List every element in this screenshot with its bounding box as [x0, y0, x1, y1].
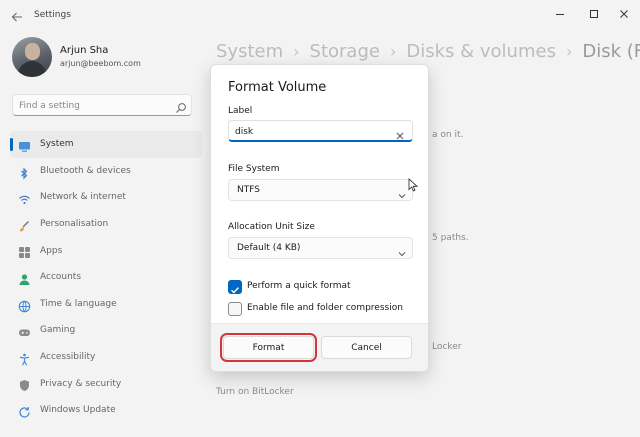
user-profile[interactable]: Arjun Sha arjun@beebom.com: [12, 37, 202, 81]
active-indicator: [10, 138, 13, 151]
background-text: Locker: [432, 342, 462, 352]
sidebar-item-personalisation[interactable]: Personalisation: [10, 211, 202, 238]
breadcrumb-disks-volumes[interactable]: Disks & volumes: [406, 41, 556, 62]
sidebar-item-label: Bluetooth & devices: [40, 165, 131, 176]
label-field-label: Label: [228, 106, 253, 116]
back-arrow-icon[interactable]: [10, 9, 24, 23]
turn-on-bitlocker-link[interactable]: Turn on BitLocker: [216, 387, 294, 397]
background-text: 5 paths.: [432, 233, 469, 243]
accounts-icon: [18, 271, 31, 285]
format-button[interactable]: Format: [220, 333, 317, 362]
page-title: Disk (F:): [582, 40, 640, 62]
network-icon: [18, 191, 31, 205]
breadcrumb-system[interactable]: System: [216, 41, 283, 62]
system-icon: [18, 138, 31, 152]
sidebar-item-gaming[interactable]: Gaming: [10, 317, 202, 344]
avatar: [12, 37, 52, 77]
chevron-down-icon: [397, 244, 407, 257]
clear-icon[interactable]: [395, 126, 405, 140]
allocation-unit-size-value: Default (4 KB): [237, 243, 301, 253]
chevron-right-icon: ›: [389, 41, 397, 61]
title-bar: Settings: [0, 0, 640, 32]
breadcrumb-storage[interactable]: Storage: [310, 41, 380, 62]
accessibility-icon: [18, 351, 31, 366]
allocation-unit-size-dropdown[interactable]: Default (4 KB): [228, 237, 413, 259]
dialog-footer: Format Cancel: [211, 323, 428, 371]
sidebar-item-label: Personalisation: [40, 219, 109, 230]
quick-format-checkbox[interactable]: [228, 280, 242, 294]
quick-format-label: Perform a quick format: [247, 281, 351, 291]
mouse-cursor-icon: [408, 177, 419, 192]
user-name: Arjun Sha: [60, 45, 109, 56]
globe-icon: [18, 298, 31, 312]
checkmark-icon: [231, 287, 240, 294]
allocation-unit-size-label: Allocation Unit Size: [228, 222, 315, 232]
sidebar-item-label: Network & internet: [40, 192, 126, 203]
brush-icon: [18, 218, 31, 232]
volume-label-field[interactable]: [228, 120, 413, 142]
sidebar-item-accounts[interactable]: Accounts: [10, 264, 202, 291]
sidebar-item-apps[interactable]: Apps: [10, 237, 202, 264]
compression-checkbox[interactable]: [228, 302, 242, 316]
minimize-button[interactable]: [548, 4, 572, 24]
file-system-value: NTFS: [237, 185, 260, 195]
app-title: Settings: [34, 10, 71, 20]
sidebar-nav: System Bluetooth & devices Network & int…: [10, 131, 202, 424]
sidebar-item-label: Windows Update: [40, 405, 116, 416]
chevron-right-icon: ›: [293, 41, 300, 61]
close-button[interactable]: [612, 4, 636, 24]
apps-icon: [18, 244, 31, 259]
search-box[interactable]: [12, 94, 192, 116]
sidebar-item-time-language[interactable]: Time & language: [10, 291, 202, 318]
chevron-down-icon: [397, 186, 407, 199]
sidebar-item-label: Time & language: [40, 298, 117, 309]
compression-option[interactable]: Enable file and folder compression: [228, 302, 418, 318]
sidebar-item-system[interactable]: System: [10, 131, 202, 158]
volume-label-input[interactable]: [235, 124, 385, 139]
dialog-title: Format Volume: [228, 80, 327, 95]
search-input[interactable]: [19, 98, 169, 113]
sidebar-item-accessibility[interactable]: Accessibility: [10, 344, 202, 371]
breadcrumb: System › Storage › Disks & volumes › Dis…: [216, 38, 640, 64]
sidebar-item-label: Accounts: [40, 272, 82, 283]
sidebar-item-label: Apps: [40, 245, 63, 256]
compression-label: Enable file and folder compression: [247, 303, 403, 313]
format-volume-dialog: Format Volume Label File System NTFS All…: [210, 64, 429, 372]
bluetooth-icon: [18, 165, 31, 180]
maximize-button[interactable]: [582, 4, 606, 24]
cancel-button[interactable]: Cancel: [321, 336, 412, 359]
sidebar-item-bluetooth[interactable]: Bluetooth & devices: [10, 158, 202, 185]
sidebar-item-privacy-security[interactable]: Privacy & security: [10, 370, 202, 397]
user-email: arjun@beebom.com: [60, 59, 141, 68]
search-icon[interactable]: [175, 99, 187, 113]
file-system-label: File System: [228, 164, 280, 174]
update-icon: [18, 404, 31, 418]
file-system-dropdown[interactable]: NTFS: [228, 179, 413, 201]
sidebar-item-windows-update[interactable]: Windows Update: [10, 397, 202, 424]
sidebar-item-label: Accessibility: [40, 352, 96, 363]
sidebar-item-network[interactable]: Network & internet: [10, 184, 202, 211]
sidebar-item-label: Privacy & security: [40, 378, 122, 389]
chevron-right-icon: ›: [565, 41, 573, 61]
background-text: a on it.: [432, 130, 464, 140]
quick-format-option[interactable]: Perform a quick format: [228, 280, 418, 296]
gaming-icon: [18, 324, 31, 337]
shield-icon: [18, 377, 31, 392]
sidebar-item-label: Gaming: [40, 325, 76, 336]
sidebar-item-label: System: [40, 139, 74, 150]
